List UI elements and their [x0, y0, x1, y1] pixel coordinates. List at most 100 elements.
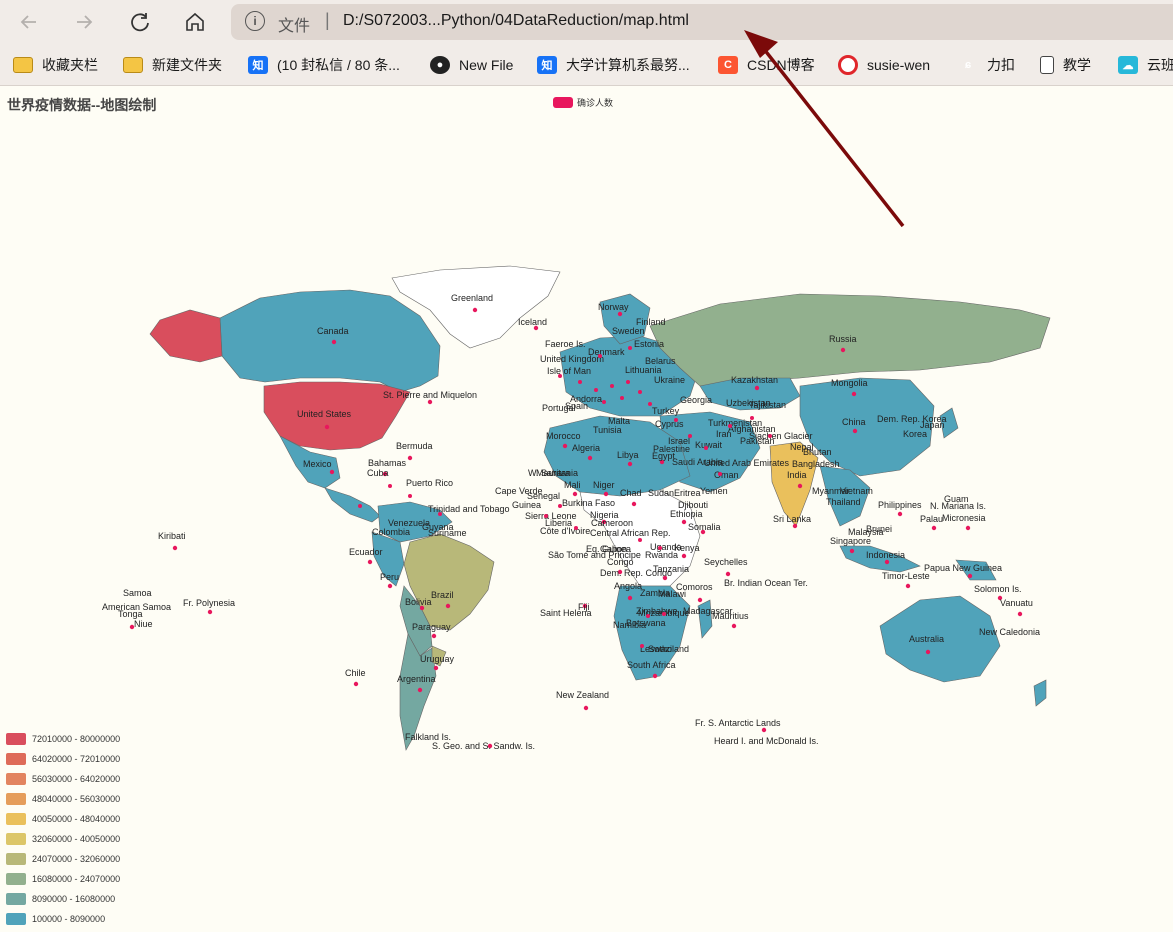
favorite-item[interactable]: 知大学计算机系最努...	[537, 54, 690, 76]
case-marker[interactable]	[1017, 611, 1023, 617]
url-text[interactable]: D:/S072003...Python/04DataReduction/map.…	[343, 12, 689, 30]
case-marker[interactable]	[967, 573, 973, 579]
case-marker[interactable]	[718, 472, 722, 476]
case-marker[interactable]	[704, 446, 708, 450]
case-marker[interactable]	[652, 673, 658, 679]
visual-map-item[interactable]: 24070000 - 32060000	[6, 849, 120, 869]
favorite-item[interactable]: 知 (10 封私信 / 80 条...	[248, 54, 400, 76]
case-marker[interactable]	[897, 511, 903, 517]
case-marker[interactable]	[407, 455, 413, 461]
case-marker[interactable]	[674, 418, 678, 422]
case-marker[interactable]	[331, 339, 337, 345]
favorite-item[interactable]: susie-wen	[838, 54, 930, 76]
case-marker[interactable]	[681, 519, 687, 525]
case-marker[interactable]	[358, 504, 362, 508]
case-marker[interactable]	[617, 311, 623, 317]
case-marker[interactable]	[681, 553, 687, 559]
case-marker[interactable]	[646, 614, 650, 618]
case-marker[interactable]	[627, 461, 633, 467]
case-marker[interactable]	[438, 512, 442, 516]
home-button[interactable]	[180, 7, 210, 37]
case-marker[interactable]	[648, 402, 652, 406]
case-marker[interactable]	[329, 469, 335, 475]
favorite-item[interactable]: ● New File	[430, 54, 513, 76]
favorite-item[interactable]: 教学	[1040, 54, 1091, 76]
visual-map-item[interactable]: 56030000 - 64020000	[6, 769, 120, 789]
case-marker[interactable]	[324, 424, 330, 430]
case-marker[interactable]	[761, 727, 767, 733]
case-marker[interactable]	[578, 380, 582, 384]
case-marker[interactable]	[562, 443, 568, 449]
case-marker[interactable]	[768, 434, 772, 438]
country-canada[interactable]	[219, 289, 441, 393]
favorite-item[interactable]: ɕ 力扣	[958, 54, 1015, 76]
favorite-item[interactable]: 收藏夹栏	[13, 54, 98, 76]
case-marker[interactable]	[662, 575, 668, 581]
case-marker[interactable]	[472, 307, 478, 313]
visual-map-item[interactable]: 40050000 - 48040000	[6, 809, 120, 829]
case-marker[interactable]	[797, 483, 803, 489]
visual-map[interactable]: 72010000 - 80000000 64020000 - 72010000 …	[6, 729, 120, 929]
case-marker[interactable]	[638, 390, 642, 394]
case-marker[interactable]	[840, 347, 846, 353]
case-marker[interactable]	[572, 491, 578, 497]
case-marker[interactable]	[558, 374, 562, 378]
case-marker[interactable]	[620, 396, 624, 400]
case-marker[interactable]	[574, 526, 578, 530]
case-marker[interactable]	[445, 603, 451, 609]
case-marker[interactable]	[792, 523, 798, 529]
case-marker[interactable]	[583, 705, 589, 711]
forward-button[interactable]	[69, 7, 99, 37]
refresh-button[interactable]	[125, 7, 155, 37]
case-marker[interactable]	[884, 559, 890, 565]
country-central-america[interactable]	[324, 487, 381, 523]
case-marker[interactable]	[688, 434, 692, 438]
back-button[interactable]	[14, 7, 44, 37]
case-marker[interactable]	[662, 612, 666, 616]
case-marker[interactable]	[417, 687, 423, 693]
case-marker[interactable]	[544, 514, 548, 518]
case-marker[interactable]	[353, 681, 359, 687]
info-icon[interactable]: i	[245, 11, 265, 31]
visual-map-item[interactable]: 100000 - 8090000	[6, 909, 120, 929]
case-marker[interactable]	[628, 346, 632, 350]
visual-map-item[interactable]: 72010000 - 80000000	[6, 729, 120, 749]
case-marker[interactable]	[626, 380, 630, 384]
case-marker[interactable]	[631, 501, 637, 507]
case-marker[interactable]	[851, 391, 857, 397]
case-marker[interactable]	[594, 388, 598, 392]
case-marker[interactable]	[558, 504, 562, 508]
case-marker[interactable]	[433, 665, 439, 671]
case-marker[interactable]	[905, 583, 911, 589]
case-marker[interactable]	[728, 424, 732, 428]
visual-map-item[interactable]: 64020000 - 72010000	[6, 749, 120, 769]
case-marker[interactable]	[750, 416, 754, 420]
case-marker[interactable]	[431, 633, 437, 639]
favorite-item[interactable]: 新建文件夹	[123, 54, 222, 76]
favorite-item[interactable]: ☁ 云班	[1118, 54, 1173, 76]
case-marker[interactable]	[598, 354, 602, 358]
case-marker[interactable]	[367, 559, 373, 565]
case-marker[interactable]	[852, 428, 858, 434]
case-marker[interactable]	[965, 525, 971, 531]
country-alaska[interactable]	[149, 309, 223, 363]
case-marker[interactable]	[731, 623, 737, 629]
case-marker[interactable]	[925, 649, 931, 655]
address-bar[interactable]: i 文件 | D:/S072003...Python/04DataReducti…	[231, 4, 1173, 40]
case-marker[interactable]	[640, 644, 644, 648]
case-marker[interactable]	[427, 399, 433, 405]
case-marker[interactable]	[638, 538, 642, 542]
favorite-item[interactable]: C CSDN博客	[718, 54, 815, 76]
case-marker[interactable]	[207, 609, 213, 615]
case-marker[interactable]	[849, 548, 855, 554]
case-marker[interactable]	[725, 571, 731, 577]
case-marker[interactable]	[408, 494, 412, 498]
case-marker[interactable]	[754, 385, 760, 391]
case-marker[interactable]	[627, 595, 633, 601]
case-marker[interactable]	[602, 400, 606, 404]
case-marker[interactable]	[697, 597, 703, 603]
visual-map-item[interactable]: 48040000 - 56030000	[6, 789, 120, 809]
visual-map-item[interactable]: 8090000 - 16080000	[6, 889, 120, 909]
case-marker[interactable]	[603, 491, 609, 497]
case-marker[interactable]	[587, 455, 593, 461]
